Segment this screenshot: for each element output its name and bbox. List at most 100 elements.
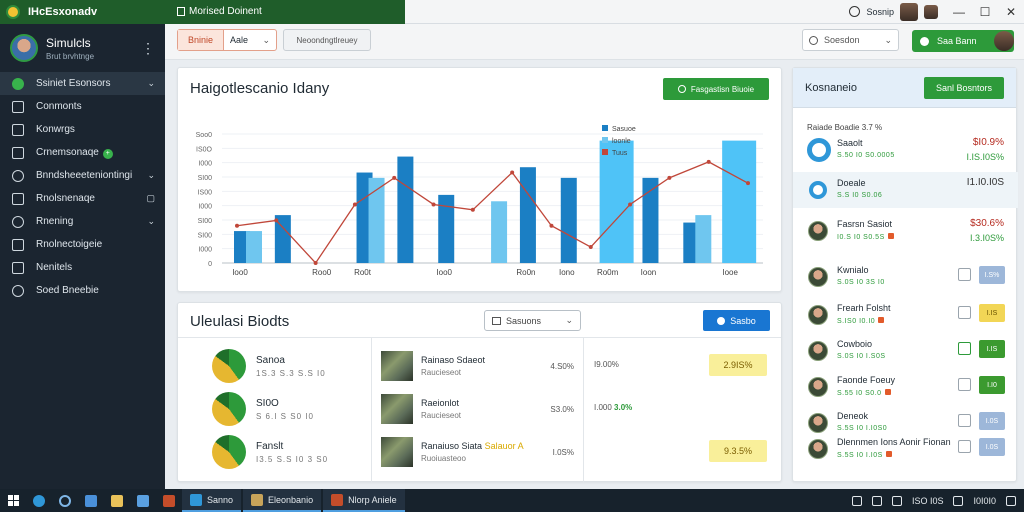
watchlist-tag[interactable]: I.I0 bbox=[979, 376, 1005, 394]
edge-icon[interactable] bbox=[26, 489, 52, 512]
filter-dropdown[interactable]: Bninie Aale ⌄ bbox=[177, 29, 277, 51]
sidebar-item[interactable]: Crnemsonaqe + bbox=[0, 141, 165, 164]
watchlist-row[interactable]: Frearh Folsht S.IS0 I0.I0 I.IS bbox=[793, 297, 1018, 333]
trend-point[interactable] bbox=[667, 175, 672, 180]
watchlist-row[interactable]: Doeale S.S I0 S0.06 I1.I0.I0S bbox=[793, 172, 1018, 208]
watchlist-row[interactable]: Cowboio S.0S I0 I.S0S I.IS bbox=[793, 333, 1018, 369]
secondary-avatar[interactable] bbox=[924, 4, 938, 19]
stock-item[interactable]: SI0O S 6.I S S0 I0 bbox=[212, 392, 314, 426]
network-icon[interactable] bbox=[871, 495, 882, 506]
watchlist-tag[interactable]: I.0S bbox=[979, 438, 1005, 456]
trend-point[interactable] bbox=[746, 181, 750, 186]
chevron-icon[interactable]: ⌄ bbox=[147, 170, 155, 181]
trend-point[interactable] bbox=[470, 207, 475, 212]
watchlist-row[interactable]: Faonde Foeuy S.55 I0 S0.0 I.I0 bbox=[793, 369, 1018, 405]
percent-badge[interactable]: 2.9IS% bbox=[709, 354, 767, 376]
trend-point[interactable] bbox=[549, 223, 554, 228]
bar[interactable] bbox=[722, 140, 757, 263]
tray-date[interactable]: I0I0I0 bbox=[973, 496, 996, 506]
folder-icon[interactable] bbox=[104, 489, 130, 512]
language-icon[interactable] bbox=[953, 495, 964, 506]
maximize-button[interactable]: ☐ bbox=[972, 0, 998, 24]
trend-point[interactable] bbox=[352, 202, 357, 207]
watchlist-checkbox[interactable] bbox=[958, 378, 971, 391]
trend-point[interactable] bbox=[313, 261, 318, 265]
stocks-action-button[interactable]: Sasbo bbox=[703, 310, 770, 331]
chevron-icon[interactable]: ▢ bbox=[146, 193, 155, 204]
chevron-icon[interactable]: ⌄ bbox=[147, 78, 155, 89]
watchlist-checkbox[interactable] bbox=[958, 440, 971, 453]
taskbar-app[interactable]: Eleonbanio bbox=[243, 489, 322, 512]
watchlist-checkbox[interactable] bbox=[958, 268, 971, 281]
photos-icon[interactable] bbox=[156, 489, 182, 512]
primary-action-button[interactable]: Saa Bann bbox=[912, 30, 1014, 52]
bar[interactable] bbox=[397, 156, 414, 263]
bar[interactable] bbox=[246, 231, 262, 263]
bar[interactable] bbox=[491, 201, 508, 263]
sidebar-item[interactable]: Conmonts bbox=[0, 95, 165, 118]
user-avatar[interactable] bbox=[900, 2, 918, 21]
watchlist-tag[interactable]: I.S% bbox=[979, 266, 1005, 284]
watchlist-tag[interactable]: I.IS bbox=[979, 304, 1005, 322]
start-button[interactable] bbox=[0, 489, 26, 512]
search-dropdown[interactable]: Soesdon ⌄ bbox=[802, 29, 899, 51]
trend-point[interactable] bbox=[588, 245, 593, 250]
tray-clock[interactable]: ISO I0S bbox=[912, 496, 944, 506]
sidebar-item[interactable]: Konwrgs bbox=[0, 118, 165, 141]
sidebar-item[interactable]: Rnolsnenaqe ▢ bbox=[0, 187, 165, 210]
session-area[interactable]: Sosnip bbox=[849, 2, 946, 21]
watchlist-tag[interactable]: I.0S bbox=[979, 412, 1005, 430]
watchlist-checkbox[interactable] bbox=[958, 342, 971, 355]
y-tick-label: I000 bbox=[198, 204, 212, 211]
watchlist-row[interactable]: Dlennmen Ions Aonir Fionan S.5S I0 I.I0S I… bbox=[793, 431, 1018, 467]
minimize-button[interactable]: — bbox=[946, 0, 972, 24]
trend-point[interactable] bbox=[510, 170, 515, 175]
percent-cell: I.000 3.0% bbox=[594, 403, 632, 412]
filter-chip[interactable]: Bninie bbox=[178, 30, 224, 50]
circle-icon[interactable] bbox=[52, 489, 78, 512]
watchlist-row[interactable]: Fasrsn Sasiot I0.S I0 S0.5S $30.6% I.3.I0S% bbox=[793, 213, 1018, 249]
taskbar-app[interactable]: Nlorp Aniele bbox=[323, 489, 405, 512]
bar[interactable] bbox=[368, 177, 385, 263]
alert-icon bbox=[885, 451, 892, 457]
stock-item[interactable]: Fanslt I3.5 S.S I0 3 S0 bbox=[212, 435, 328, 469]
trend-point[interactable] bbox=[706, 159, 711, 164]
watchlist-checkbox[interactable] bbox=[958, 306, 971, 319]
notification-icon[interactable] bbox=[1006, 495, 1016, 506]
sidebar-item[interactable]: Rnening ⌄ bbox=[0, 210, 165, 233]
windows-logo-icon bbox=[7, 495, 19, 506]
trend-point[interactable] bbox=[628, 202, 633, 207]
taskbar-app[interactable]: Sanno bbox=[182, 489, 242, 512]
bar[interactable] bbox=[695, 215, 712, 263]
trend-point[interactable] bbox=[431, 202, 436, 207]
chevron-icon[interactable]: ⌄ bbox=[147, 216, 155, 227]
app-icon bbox=[190, 493, 202, 506]
sidebar-item[interactable]: Ssiniet Esonsors ⌄ bbox=[0, 72, 165, 95]
bar[interactable] bbox=[560, 177, 577, 263]
right-panel-button[interactable]: Sanl Bosntors bbox=[924, 77, 1004, 99]
sidebar-item[interactable]: Bnndsheeeteniontingi ⌄ bbox=[0, 164, 165, 187]
close-button[interactable]: ✕ bbox=[998, 0, 1024, 24]
bar[interactable] bbox=[519, 167, 536, 263]
stocks-filter-dropdown[interactable]: Sasuons ⌄ bbox=[484, 310, 581, 331]
trend-point[interactable] bbox=[235, 223, 239, 228]
sidebar-item[interactable]: Rnolnectoigeie bbox=[0, 233, 165, 256]
person-icon[interactable] bbox=[851, 495, 862, 506]
trend-point[interactable] bbox=[274, 218, 279, 223]
user-profile[interactable]: Simulcls Brut brvhtnge ⋮ bbox=[0, 24, 165, 72]
sidebar-item[interactable]: Nenitels bbox=[0, 256, 165, 279]
secondary-button[interactable]: Neoondngtlreuey bbox=[283, 29, 371, 51]
store-icon[interactable] bbox=[130, 489, 156, 512]
percent-badge[interactable]: 9.3.5% bbox=[709, 440, 767, 462]
sidebar-item[interactable]: Soed Bneebie bbox=[0, 279, 165, 302]
bar[interactable] bbox=[599, 140, 634, 263]
stock-item[interactable]: Sanoa 1S.3 S.3 S.S I0 bbox=[212, 349, 326, 383]
kebab-menu-icon[interactable]: ⋮ bbox=[141, 40, 155, 57]
watchlist-tag[interactable]: I.IS bbox=[979, 340, 1005, 358]
volume-icon[interactable] bbox=[891, 495, 902, 506]
mail-icon[interactable] bbox=[78, 489, 104, 512]
watchlist-row[interactable]: Kwnialo S.0S I0 3S I0 I.S% bbox=[793, 259, 1018, 295]
watchlist-checkbox[interactable] bbox=[958, 414, 971, 427]
trend-point[interactable] bbox=[392, 175, 397, 180]
watchlist-row[interactable]: Saaolt S.50 I0 S0.0005 $I0.9% I.IS.I0S% bbox=[793, 132, 1018, 168]
